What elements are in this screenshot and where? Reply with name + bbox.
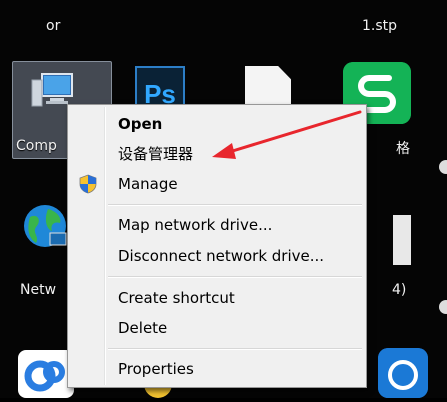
spreadsheet-app-label: 格 (396, 141, 410, 157)
menu-item-label: Disconnect network drive... (118, 247, 325, 265)
menu-separator (108, 204, 362, 206)
menu-separator (108, 348, 362, 350)
menu-item-label: Properties (118, 360, 194, 378)
menu-item-device-manager[interactable]: 设备管理器 (70, 140, 364, 168)
app-icon-bottom-left[interactable] (18, 350, 74, 398)
uac-shield-icon (79, 174, 97, 194)
menu-item-disconnect-network-drive[interactable]: Disconnect network drive... (70, 242, 364, 270)
menu-item-map-network-drive[interactable]: Map network drive... (70, 211, 364, 239)
desktop-icon-label-stp-file: 1.stp (362, 18, 398, 34)
desktop-icon-label-partial-left: or (46, 18, 61, 34)
menu-item-label: Create shortcut (118, 289, 235, 307)
network-globe-icon[interactable] (22, 203, 68, 249)
partial-file-label: 4) (392, 282, 407, 298)
menu-item-open[interactable]: Open (70, 110, 364, 138)
menu-item-create-shortcut[interactable]: Create shortcut (70, 284, 364, 312)
computer-icon[interactable] (30, 72, 74, 108)
context-menu: Open 设备管理器 Manage Map network drive... D… (67, 104, 367, 388)
menu-separator (108, 276, 362, 278)
blue-app-icon[interactable] (378, 348, 428, 398)
partial-edge-icon (439, 300, 447, 314)
menu-item-label: Open (118, 115, 163, 133)
menu-item-manage[interactable]: Manage (70, 170, 364, 198)
partial-edge-icon (439, 160, 447, 174)
partial-file-icon[interactable] (393, 215, 411, 265)
computer-icon-label: Comp (16, 138, 57, 154)
menu-item-label: Manage (118, 175, 178, 193)
menu-item-label: Delete (118, 319, 168, 337)
menu-item-delete[interactable]: Delete (70, 314, 364, 342)
menu-item-label: 设备管理器 (118, 145, 194, 163)
blue-swirl-icon (24, 360, 65, 392)
menu-item-label: Map network drive... (118, 216, 273, 234)
network-icon-label: Netw (20, 282, 57, 298)
menu-item-properties[interactable]: Properties (70, 355, 364, 383)
